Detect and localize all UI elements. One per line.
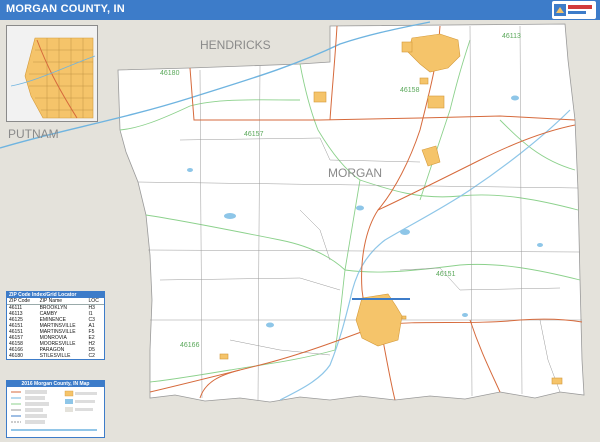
zip-name-cell: STILESVILLE (39, 353, 71, 359)
zip-label: 46180 (160, 70, 180, 77)
legend-symbols (11, 390, 97, 431)
zip-label: 46151 (436, 271, 456, 278)
map-publisher-logo-icon (552, 1, 596, 19)
zip-loc-cell: C2 (88, 353, 95, 359)
label-putnam: PUTNAM (8, 127, 59, 141)
table-header-row: ZIP Code ZIP Name LOC (7, 298, 104, 305)
page-title: MORGAN COUNTY, IN (6, 3, 125, 15)
zip-label: 46158 (400, 87, 420, 94)
map-page: MORGAN COUNTY, IN HENDRICKS PUTNAM MORGA… (0, 0, 600, 442)
zip-code-cell: 46180 (9, 353, 23, 359)
zip-index-table: ZIP Code ZIP Name LOC 46111 BROOKLYN H3 46… (7, 298, 104, 359)
zip-label: 46166 (180, 342, 200, 349)
label-morgan: MORGAN (328, 166, 382, 180)
header-bar: MORGAN COUNTY, IN (0, 0, 600, 21)
zip-label: 46113 (502, 33, 521, 40)
zip-code-index: ZIP Code Index/Grid Locator ZIP Code ZIP… (6, 291, 105, 360)
label-hendricks: HENDRICKS (200, 38, 271, 52)
zip-label: 46157 (244, 131, 264, 138)
inset-map (6, 25, 98, 122)
table-row: 46180 STILESVILLE C2 (7, 353, 104, 359)
map-legend: 2016 Morgan County, IN Map (6, 380, 105, 438)
blue-highlight (352, 298, 410, 300)
